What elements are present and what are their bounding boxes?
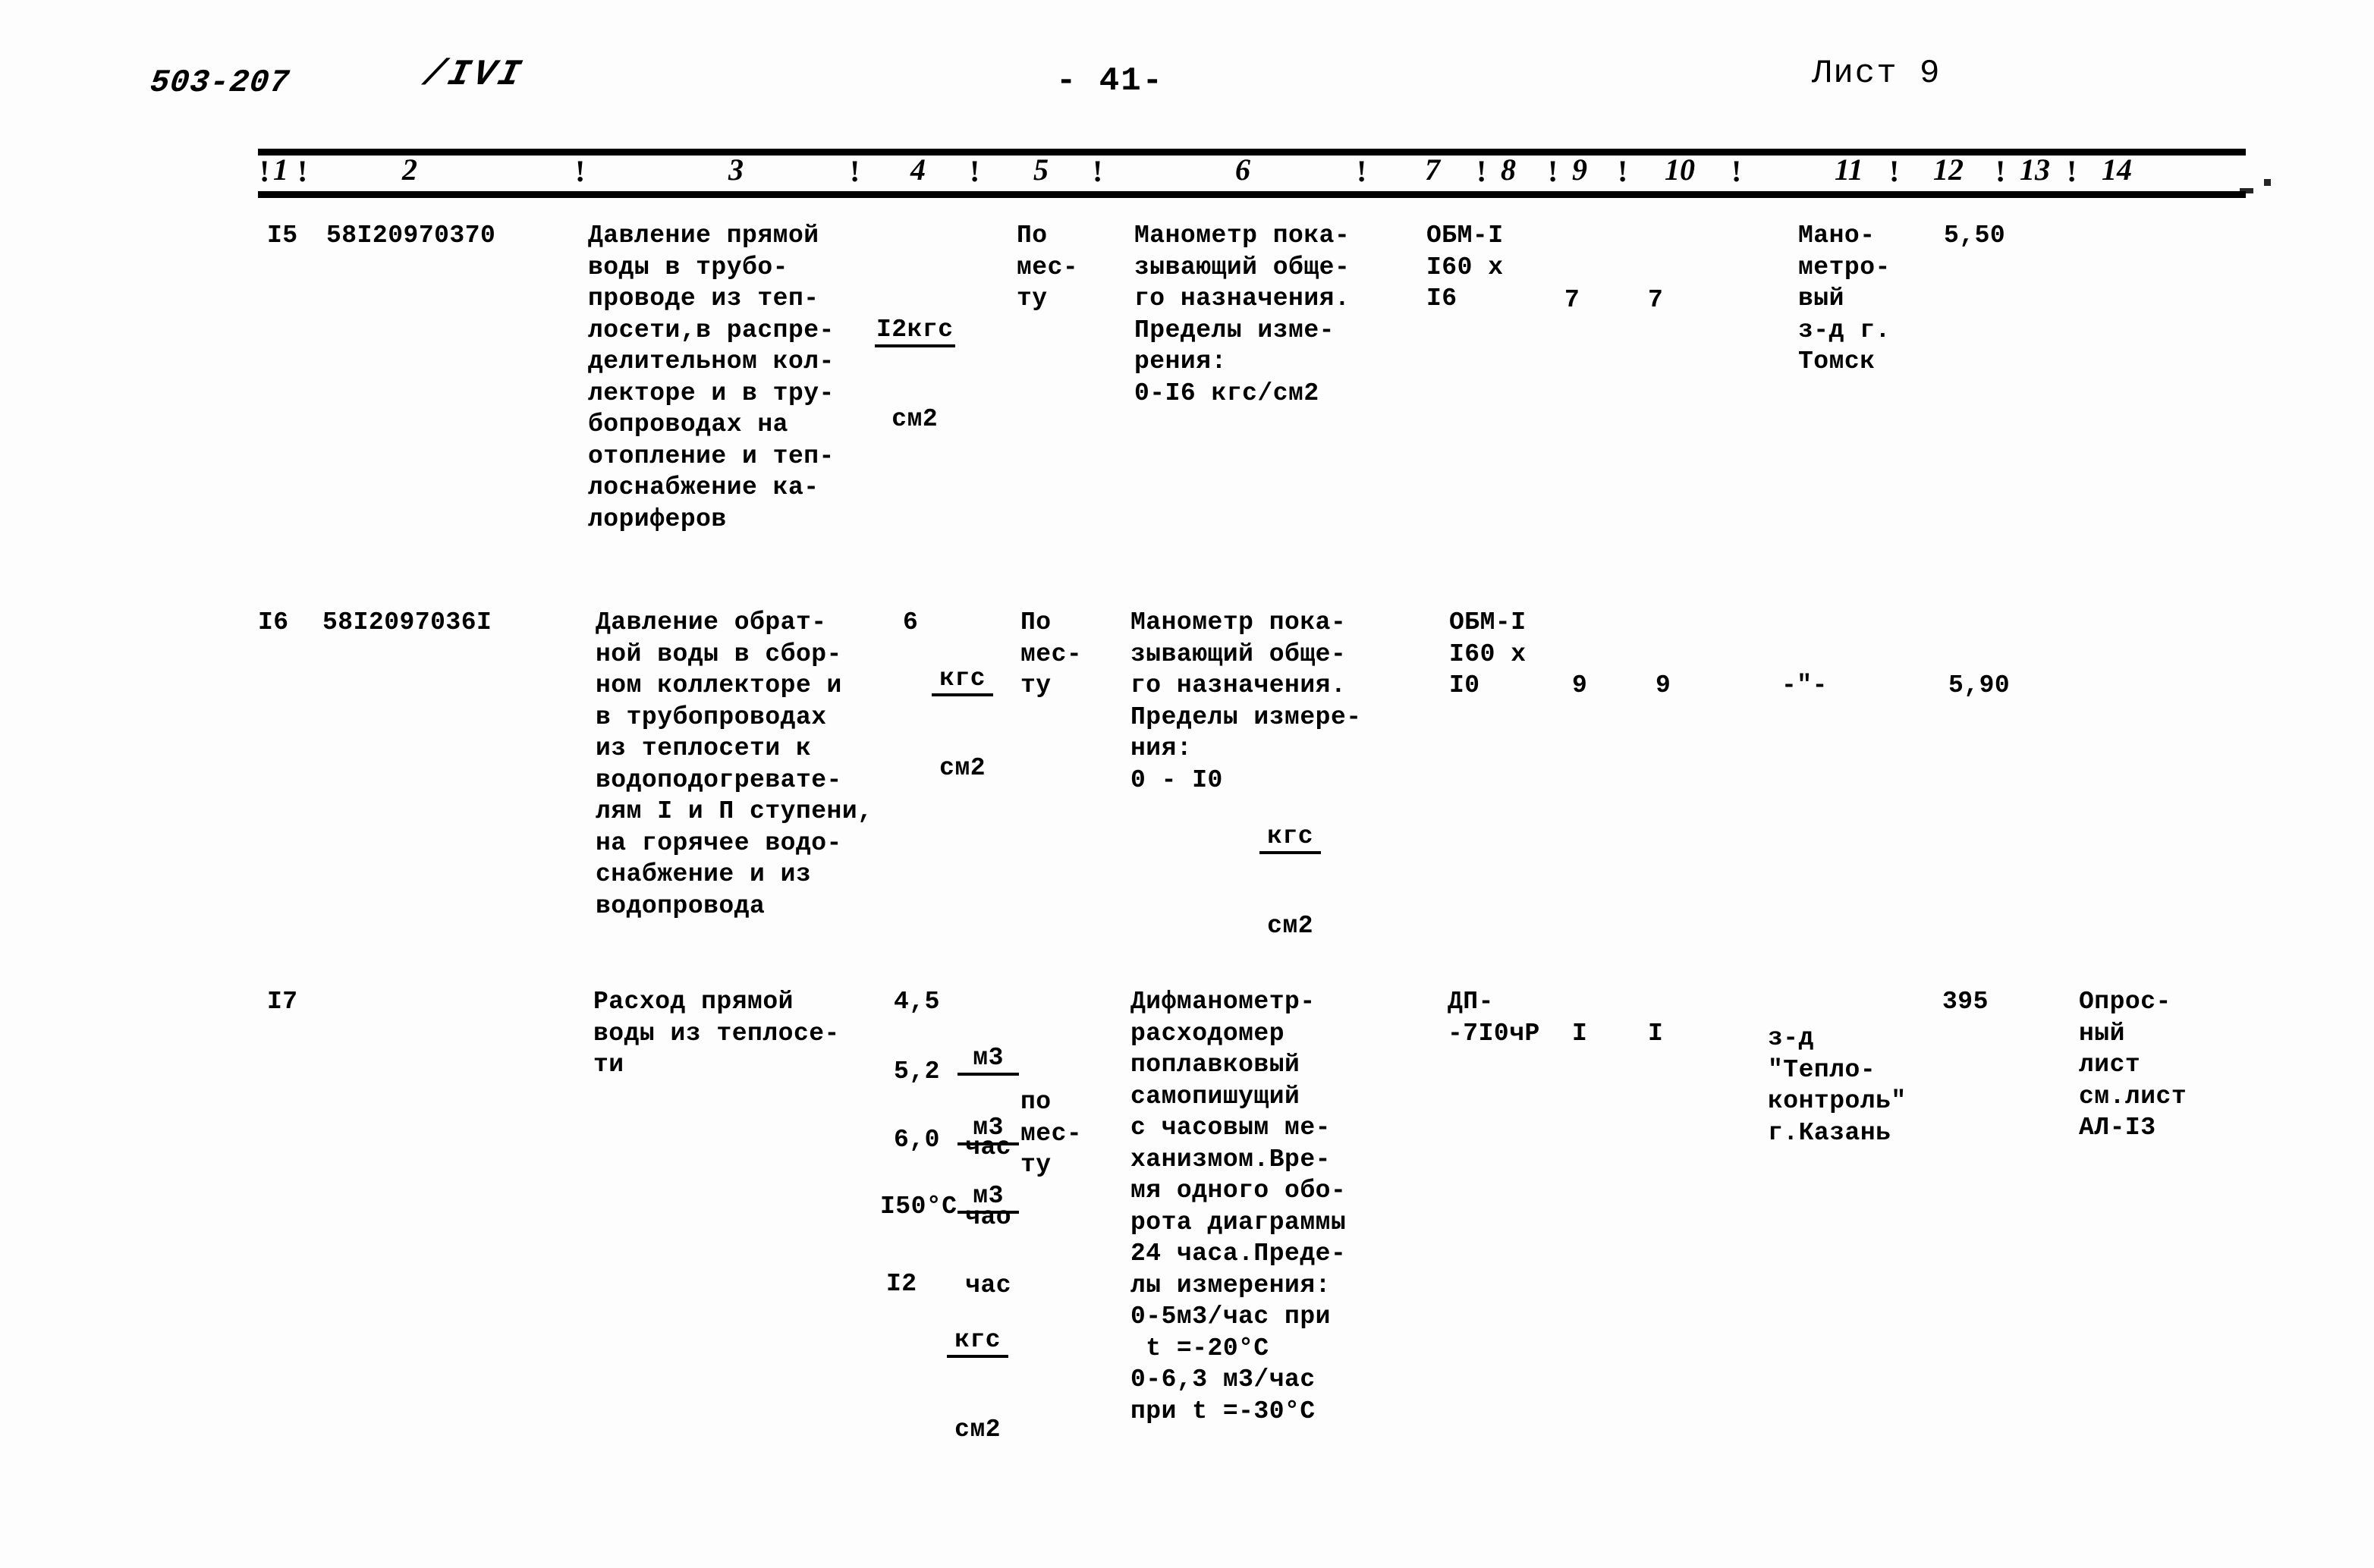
- row-qty-b: 7: [1648, 286, 1664, 314]
- column-number-4: 4: [910, 152, 926, 187]
- row-flow-1-lead: 4,5: [894, 988, 956, 1016]
- column-separator: !: [1889, 154, 1900, 188]
- scan-edge-mark: [2264, 179, 2271, 186]
- column-separator: !: [1548, 154, 1558, 188]
- column-separator: !: [1476, 154, 1487, 188]
- row-device-range-denominator: см2: [1267, 912, 1314, 940]
- column-separator: !: [1093, 154, 1103, 188]
- column-separator: !: [297, 154, 308, 188]
- row-temperature-value: I50°С: [880, 1192, 957, 1221]
- column-number-7: 7: [1425, 152, 1440, 187]
- scan-edge-mark: [2240, 188, 2253, 193]
- row-device: Дифманометр- расходомер поплавковый само…: [1130, 988, 1347, 1425]
- table-row: I7: [267, 988, 298, 1016]
- column-separator: !: [259, 154, 270, 188]
- row-price: 5,50: [1944, 222, 2006, 250]
- column-number-1: 1: [273, 152, 288, 187]
- row-value: I2кгс см2: [875, 258, 955, 492]
- table-row: I5: [267, 222, 298, 250]
- row-qty-a: I: [1572, 1020, 1588, 1048]
- column-separator: !: [1618, 154, 1628, 188]
- row-manufacturer: Мано- метро- вый з-д г. Томск: [1798, 222, 1891, 376]
- row-pressure-value: кгс см2: [947, 1268, 1009, 1502]
- column-number-2: 2: [402, 152, 417, 187]
- row-pressure-denominator: см2: [954, 1416, 1001, 1444]
- row-device-range: кгс см2: [1259, 765, 1322, 998]
- column-number-11: 11: [1835, 152, 1863, 187]
- row-note: Опрос- ный лист см.лист АЛ-I3: [2079, 988, 2187, 1142]
- row-device-range-numerator: кгс: [1259, 822, 1322, 854]
- table-row: I6: [258, 608, 289, 636]
- row-device: Манометр пока- зывающий обще- го назначе…: [1130, 608, 1362, 762]
- column-number-13: 13: [2020, 152, 2050, 187]
- column-separator: !: [1357, 154, 1367, 188]
- row-value-denominator: см2: [891, 405, 939, 433]
- row-value-numerator: I2кгс: [875, 316, 955, 347]
- row-device: Манометр пока- зывающий обще- го назначе…: [1134, 222, 1351, 407]
- revision-mark: /IVI: [419, 55, 527, 96]
- document-code: 503-207: [148, 64, 291, 101]
- column-number-3: 3: [728, 152, 744, 187]
- column-number-header: ! 1 ! 2 ! 3 ! 4 ! 5 ! 6 ! 7 ! 8 ! 9 ! 10…: [258, 152, 2246, 191]
- column-number-12: 12: [1933, 152, 1964, 187]
- row-pressure-lead: I2: [886, 1270, 932, 1298]
- table-bottom-rule: [258, 191, 2246, 198]
- row-price: 395: [1942, 988, 1989, 1016]
- column-number-5: 5: [1033, 152, 1049, 187]
- column-number-14: 14: [2102, 152, 2132, 187]
- column-separator: !: [1731, 154, 1742, 188]
- row-qty-b: 9: [1656, 671, 1671, 699]
- row-manufacturer: з-д "Тепло- контроль" г.Казань: [1768, 1024, 1907, 1147]
- page-number: - 41-: [1056, 62, 1165, 100]
- column-separator: !: [1995, 154, 2006, 188]
- column-separator: !: [575, 154, 586, 188]
- column-number-9: 9: [1572, 152, 1587, 187]
- row-qty-a: 9: [1572, 671, 1588, 699]
- row-flow-3-numerator: м3: [957, 1182, 1020, 1214]
- row-qty-a: 7: [1564, 286, 1580, 314]
- row-place: по мес- ту: [1020, 1088, 1083, 1179]
- row-place: По мес- ту: [1020, 608, 1083, 699]
- row-type: ОБМ-I I60 x I0: [1449, 608, 1527, 699]
- document-page: 503-207 /IVI - 41- Лист 9 ! 1 ! 2 ! 3 ! …: [0, 0, 2374, 1568]
- row-code: 58I2097036I: [322, 608, 492, 636]
- row-code: 58I20970370: [326, 222, 496, 250]
- row-flow-2-lead: 5,2: [894, 1057, 956, 1086]
- row-qty-b: I: [1648, 1020, 1664, 1048]
- row-pressure-numerator: кгс: [947, 1326, 1009, 1358]
- row-price: 5,90: [1948, 671, 2011, 699]
- column-number-6: 6: [1235, 152, 1250, 187]
- row-device-range-lead: 0 - I0: [1130, 766, 1239, 794]
- sheet-label: Лист 9: [1812, 55, 1942, 93]
- row-value: кгс см2: [932, 607, 994, 841]
- row-flow-3-lead: 6,0: [894, 1126, 956, 1154]
- column-separator: !: [970, 154, 980, 188]
- row-place: По мес- ту: [1017, 222, 1079, 313]
- column-number-8: 8: [1501, 152, 1516, 187]
- row-type: ДП- -7I0чР: [1448, 988, 1540, 1048]
- column-number-10: 10: [1665, 152, 1695, 187]
- row-value-numerator: кгс: [932, 665, 994, 696]
- column-separator: !: [850, 154, 860, 188]
- column-separator: !: [2067, 154, 2077, 188]
- row-value-denominator: см2: [939, 754, 986, 782]
- row-type: ОБМ-I I60 x I6: [1426, 222, 1504, 313]
- row-manufacturer: -"-: [1781, 671, 1828, 699]
- row-value-lead: 6: [903, 608, 919, 636]
